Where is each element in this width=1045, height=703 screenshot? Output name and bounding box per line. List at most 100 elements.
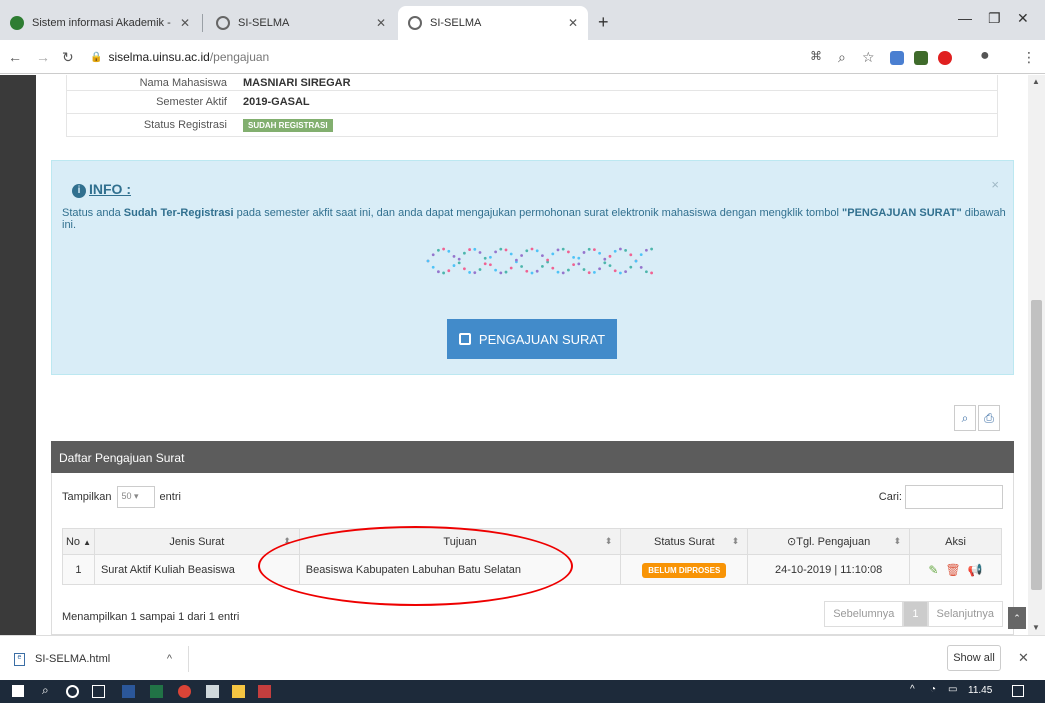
notification-icon[interactable]: [1012, 685, 1024, 697]
wifi-icon[interactable]: ◔: [930, 684, 943, 697]
info-title-text: INFO :: [89, 181, 131, 197]
column-header-tanggal[interactable]: ⊙Tgl. Pengajuan ⬍: [747, 528, 911, 555]
scroll-down-icon[interactable]: ▼: [1032, 623, 1040, 632]
url-input[interactable]: 🔒 siselma.uinsu.ac.id /pengajuan: [90, 45, 850, 69]
bullhorn-icon[interactable]: 📢: [968, 563, 983, 577]
entries-length-control: Tampilkan 50 ▾ entri: [62, 486, 181, 508]
menu-kebab-icon[interactable]: ⋮: [1022, 49, 1036, 66]
column-header-aksi: Aksi: [909, 528, 1002, 555]
column-header-no[interactable]: No ▲: [62, 528, 95, 555]
url-host: siselma.uinsu.ac.id: [108, 50, 210, 64]
print-button[interactable]: ⎙: [978, 405, 1000, 431]
windows-start-icon[interactable]: [12, 685, 24, 697]
browser-tab-bar: Sistem informasi Akademik - Uni ✕ SI-SEL…: [0, 0, 1045, 40]
column-header-jenis[interactable]: Jenis Surat ⬍: [93, 528, 300, 555]
zoom-icon[interactable]: ⌕: [838, 49, 846, 66]
sort-icon: ⬍: [893, 536, 902, 546]
search-icon[interactable]: ⌕: [42, 683, 55, 697]
table-info: Menampilkan 1 sampai 1 dari 1 entri: [62, 611, 240, 623]
download-bar: e SI-SELMA.html ^ Show all ✕: [0, 635, 1045, 680]
tab-siselma-1[interactable]: SI-SELMA ✕: [206, 6, 396, 40]
column-header-tujuan[interactable]: Tujuan ⬍: [298, 528, 622, 555]
task-view-icon[interactable]: [92, 685, 105, 698]
address-bar: ← → ↻ 🔒 siselma.uinsu.ac.id /pengajuan ⌘…: [0, 40, 1045, 74]
bookmark-star-icon[interactable]: ☆: [862, 49, 875, 66]
status-badge: BELUM DIPROSES: [642, 562, 727, 578]
cell-aksi: ✎ 🗑 📢: [909, 554, 1002, 585]
next-page-button[interactable]: Selanjutnya: [927, 601, 1003, 627]
sort-icon: ⬍: [604, 536, 613, 546]
pdf-icon[interactable]: [258, 685, 271, 698]
loading-animation-icon: [426, 247, 653, 275]
entries-select[interactable]: 50 ▾: [116, 486, 155, 508]
minimize-icon[interactable]: —: [958, 10, 972, 26]
extension-icon-1[interactable]: [890, 51, 904, 65]
tab-title: Sistem informasi Akademik - Uni: [32, 17, 172, 29]
page-content: Nama Mahasiswa MASNIARI SIREGAR Semester…: [36, 75, 1028, 635]
profile-icon[interactable]: ●: [980, 47, 990, 65]
info-title: i INFO :: [72, 181, 131, 198]
word-icon[interactable]: [122, 685, 135, 698]
page-scrollbar[interactable]: ▲ ▼: [1028, 75, 1045, 635]
row-value: MASNIARI SIREGAR: [243, 76, 351, 89]
chrome-icon[interactable]: [178, 685, 191, 698]
scroll-up-icon[interactable]: ▲: [1032, 77, 1040, 86]
scroll-to-top-button[interactable]: ⌃: [1008, 607, 1026, 629]
info-circle-icon: i: [72, 184, 86, 198]
table-header-bar: Daftar Pengajuan Surat: [51, 441, 1014, 473]
forward-icon[interactable]: →: [36, 49, 50, 65]
save-icon: [458, 333, 471, 345]
tab-title: SI-SELMA: [430, 17, 482, 29]
student-row-registrasi: Status Registrasi SUDAH REGISTRASI: [66, 114, 998, 137]
cell-tanggal: 24-10-2019 | 11:10:08: [747, 554, 911, 585]
chevron-up-icon[interactable]: ^: [167, 653, 172, 665]
search-toggle-button[interactable]: ⌕: [954, 405, 976, 431]
globe-icon: [408, 16, 422, 30]
download-item[interactable]: e SI-SELMA.html ^: [14, 646, 189, 672]
status-badge: SUDAH REGISTRASI: [243, 119, 333, 132]
submission-table: No ▲ Jenis Surat ⬍ Tujuan ⬍ Status Surat ⬍ …: [62, 528, 1002, 585]
tray-chevron-icon[interactable]: ^: [910, 684, 923, 697]
column-header-status[interactable]: Status Surat ⬍: [620, 528, 749, 555]
close-tab-icon[interactable]: ✕: [376, 16, 386, 30]
search-label: Cari:: [878, 491, 902, 503]
search-input[interactable]: [905, 485, 1003, 509]
cell-tujuan: Beasiswa Kabupaten Labuhan Batu Selatan: [298, 554, 622, 585]
close-tab-icon[interactable]: ✕: [568, 16, 578, 30]
show-all-button[interactable]: Show all: [947, 645, 1001, 671]
reload-icon[interactable]: ↻: [62, 49, 74, 66]
close-icon[interactable]: ✕: [1018, 650, 1029, 666]
tab-siselma-2[interactable]: SI-SELMA ✕: [398, 6, 588, 40]
extension-icon-3[interactable]: [938, 51, 952, 65]
university-logo-icon: [10, 16, 24, 30]
tab-sia[interactable]: Sistem informasi Akademik - Uni ✕: [0, 6, 200, 40]
excel-icon[interactable]: [150, 685, 163, 698]
back-icon[interactable]: ←: [8, 49, 22, 65]
sort-asc-icon: ▲: [83, 537, 91, 547]
mail-icon[interactable]: [206, 685, 219, 698]
table-title: Daftar Pengajuan Surat: [59, 451, 185, 465]
cell-jenis: Surat Aktif Kuliah Beasiswa: [93, 554, 300, 585]
cortana-icon[interactable]: [66, 685, 79, 698]
close-window-icon[interactable]: ✕: [1017, 10, 1029, 27]
taskbar-clock[interactable]: 11.45: [968, 685, 992, 696]
button-label: PENGAJUAN SURAT: [478, 331, 606, 347]
extension-icon-2[interactable]: [914, 51, 928, 65]
clock-icon: ⊙: [787, 536, 797, 548]
restore-icon[interactable]: ❐: [988, 10, 1001, 27]
new-tab-button[interactable]: +: [598, 12, 609, 33]
page-1-button[interactable]: 1: [903, 601, 928, 627]
scrollbar-thumb[interactable]: [1031, 300, 1042, 590]
prev-page-button[interactable]: Sebelumnya: [824, 601, 904, 627]
close-tab-icon[interactable]: ✕: [180, 16, 190, 30]
search-control: Cari:: [879, 485, 1003, 509]
battery-icon[interactable]: ▭: [948, 684, 961, 697]
trash-icon[interactable]: 🗑: [945, 563, 960, 577]
table-row: 1 Surat Aktif Kuliah Beasiswa Beasiswa K…: [62, 554, 1002, 585]
close-icon[interactable]: ×: [991, 177, 999, 192]
globe-icon: [216, 16, 230, 30]
pengajuan-surat-button[interactable]: PENGAJUAN SURAT: [447, 319, 617, 359]
file-explorer-icon[interactable]: [232, 685, 245, 698]
edit-pencil-icon[interactable]: ✎: [928, 563, 938, 577]
translate-icon[interactable]: ⌘: [810, 49, 822, 63]
